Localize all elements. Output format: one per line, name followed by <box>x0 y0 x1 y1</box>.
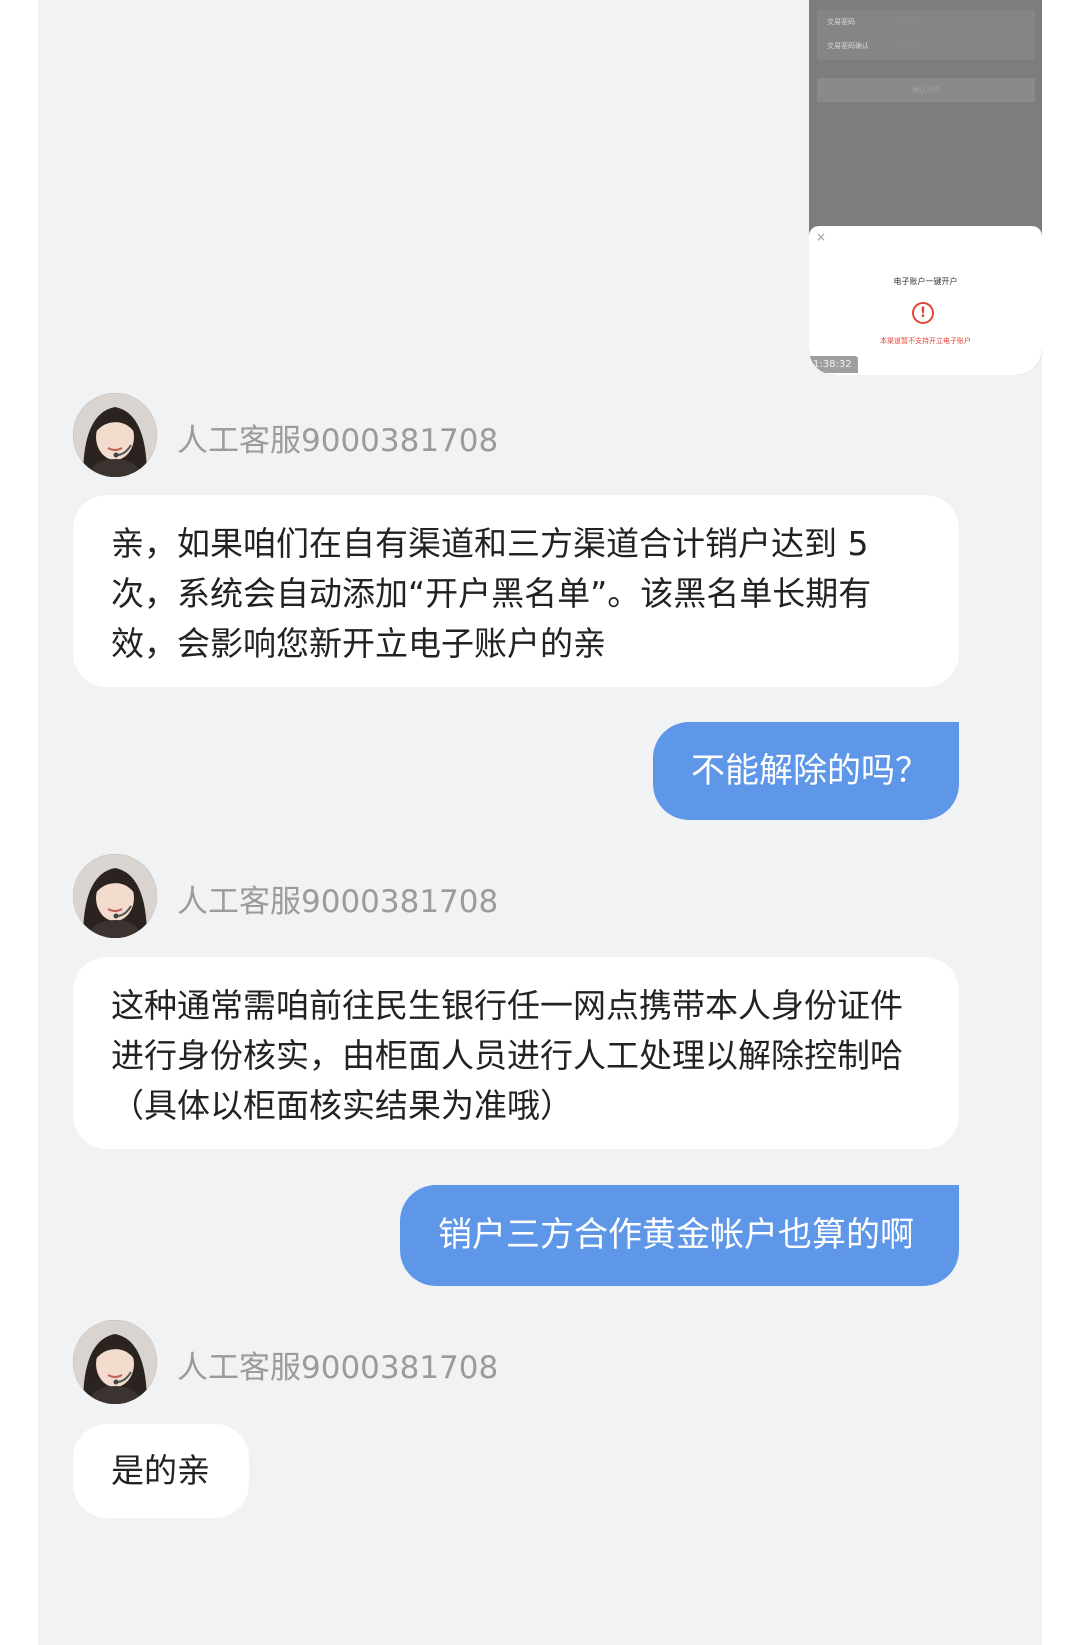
agent-message-bubble: 这种通常需咱前往民生银行任一网点携带本人身份证件进行身份核实，由柜面人员进行人工… <box>73 957 959 1149</box>
form-row-label: 交易密码 <box>827 18 855 26</box>
agent-avatar-icon <box>73 1320 157 1404</box>
avatar[interactable] <box>73 1320 157 1404</box>
exclamation-circle-icon: ! <box>912 302 934 324</box>
form-row-value: ······ <box>897 41 923 49</box>
chat-panel: 交易密码 ······ 交易密码确认 ······ 确认开户 × 电子账户一键开… <box>38 0 1042 1645</box>
shared-screenshot-image[interactable]: 交易密码 ······ 交易密码确认 ······ 确认开户 × 电子账户一键开… <box>809 0 1042 375</box>
screenshot-form-row: 交易密码 ······ <box>827 17 920 27</box>
avatar[interactable] <box>73 854 157 938</box>
screenshot-confirm-button: 确认开户 <box>817 78 1035 102</box>
agent-header: 人工客服9000381708 <box>73 393 673 477</box>
agent-name: 人工客服9000381708 <box>177 423 499 459</box>
message-text: 不能解除的吗？ <box>691 751 929 791</box>
close-icon: × <box>816 230 827 244</box>
agent-avatar-icon <box>73 393 157 477</box>
message-text: 是的亲 <box>111 1451 210 1490</box>
user-message-bubble: 不能解除的吗？ <box>653 722 959 820</box>
agent-name: 人工客服9000381708 <box>177 884 499 920</box>
sheet-title: 电子账户一键开户 <box>893 277 958 286</box>
agent-header: 人工客服9000381708 <box>73 1320 673 1404</box>
agent-header: 人工客服9000381708 <box>73 854 673 938</box>
form-row-label: 交易密码确认 <box>827 42 869 50</box>
agent-message-bubble: 是的亲 <box>73 1424 249 1518</box>
message-text: 销户三方合作黄金帐户也算的啊 <box>438 1215 914 1255</box>
agent-name: 人工客服9000381708 <box>177 1350 499 1386</box>
user-message-bubble: 销户三方合作黄金帐户也算的啊 <box>400 1185 959 1286</box>
message-text: 亲，如果咱们在自有渠道和三方渠道合计销户达到 5 次，系统会自动添加“开户黑名单… <box>111 524 872 663</box>
image-timestamp: 1:38:32 <box>809 356 858 373</box>
agent-message-bubble: 亲，如果咱们在自有渠道和三方渠道合计销户达到 5 次，系统会自动添加“开户黑名单… <box>73 495 959 687</box>
screenshot-form-row: 交易密码确认 ······ <box>827 41 920 51</box>
message-text: 这种通常需咱前往民生银行任一网点携带本人身份证件进行身份核实，由柜面人员进行人工… <box>111 986 903 1125</box>
agent-avatar-icon <box>73 854 157 938</box>
avatar[interactable] <box>73 393 157 477</box>
screenshot-bottom-sheet: × 电子账户一键开户 ! 本渠道暂不支持开立电子账户 <box>809 226 1042 375</box>
warning-text: 本渠道暂不支持开立电子账户 <box>880 337 971 345</box>
form-row-value: ······ <box>897 17 923 25</box>
